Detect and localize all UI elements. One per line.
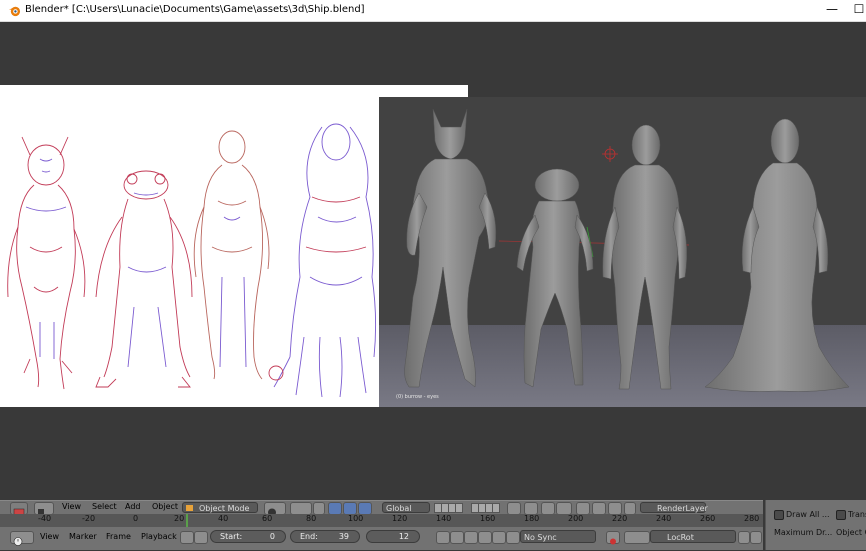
viewport-object-label: (0) burrow - eyes [396,394,439,400]
timeline-menu-frame[interactable]: Frame [106,532,131,541]
ruler-tick: 100 [348,514,364,523]
menu-object[interactable]: Object [152,502,178,511]
end-frame-field[interactable]: End: 39 [290,530,360,543]
trans-label: Trans [848,510,866,519]
play-reverse-button[interactable] [464,531,478,544]
auto-keying-button[interactable] [606,531,620,545]
mode-label: Object Mode [199,504,250,513]
start-frame-label: Start: [220,532,243,541]
jump-start-button[interactable] [436,531,450,544]
start-frame-field[interactable]: Start: 0 [210,530,286,543]
ruler-tick: 160 [480,514,496,523]
maximum-draw-label: Maximum Dr... [774,528,833,537]
draw-all-label: Draw All ... [786,510,830,519]
ruler-tick: 240 [656,514,672,523]
timeline-ruler[interactable]: -40 -20 0 20 40 60 80 100 120 140 160 18… [0,514,763,527]
orientation-label: Global [386,504,412,513]
sync-label: No Sync [524,533,557,542]
window-titlebar: Blender* [C:\Users\Lunacie\Documents\Gam… [0,0,866,22]
menu-add[interactable]: Add [125,502,141,511]
object-mode-icon [186,505,193,511]
3d-view-header: View Select Add Object Object Mode Globa… [0,500,763,517]
start-frame-value: 0 [269,532,275,541]
reference-sketch-image [0,97,379,407]
ruler-tick: 120 [392,514,408,523]
ruler-tick: 40 [218,514,229,523]
current-frame-field[interactable]: 12 [366,530,420,543]
ruler-tick: 200 [568,514,584,523]
timeline-menu-marker[interactable]: Marker [69,532,97,541]
model-render-view[interactable] [379,97,866,407]
timeline-editor-type-button[interactable] [10,531,34,546]
keying-set-dropdown[interactable]: LocRot [650,530,736,543]
reference-image-top-strip [0,85,468,97]
insert-keyframe-button[interactable] [738,531,750,544]
properties-side-panel: Draw All ... Trans Maximum Dr... Object … [765,500,866,550]
current-frame-value: 12 [398,532,409,541]
blender-logo-icon [8,6,21,17]
object-c-label: Object C [836,528,866,537]
trans-checkbox[interactable] [836,510,846,520]
timeline-header: View Marker Frame Playback Start: 0 End:… [0,527,763,550]
orientation-dropdown[interactable]: Global [382,502,430,513]
record-icon [610,538,616,545]
clock-icon [13,537,23,546]
ruler-tick: 60 [262,514,273,523]
keying-set-label: LocRot [667,533,694,542]
layer-9[interactable] [492,503,500,513]
timeline-menu-playback[interactable]: Playback [141,532,177,541]
menu-select[interactable]: Select [92,502,117,511]
sync-dropdown[interactable]: No Sync [520,530,596,543]
ruler-tick: 220 [612,514,628,523]
play-button[interactable] [478,531,492,544]
maximize-button[interactable]: ☐ [851,2,866,16]
layer-4[interactable] [455,503,463,513]
render-layer-label: RenderLayer [657,504,708,513]
delete-keyframe-button[interactable] [750,531,762,544]
ruler-tick: 180 [524,514,540,523]
next-keyframe-button[interactable] [492,531,506,544]
current-frame-marker[interactable] [186,514,188,527]
draw-all-checkbox[interactable] [774,510,784,520]
keying-mode-button[interactable] [624,531,650,544]
ruler-tick: 20 [174,514,185,523]
end-frame-value: 39 [338,532,349,541]
timeline-menu-view[interactable]: View [40,532,59,541]
render-layer-dropdown[interactable]: RenderLayer [640,502,708,513]
use-preview-range-button[interactable] [180,531,194,544]
end-frame-label: End: [300,532,318,541]
ruler-tick: 260 [700,514,716,523]
ruler-tick: -40 [38,514,52,523]
ruler-tick: 80 [306,514,317,523]
ruler-tick: -20 [82,514,96,523]
minimize-button[interactable]: — [824,2,840,16]
ruler-tick: 140 [436,514,452,523]
menu-view[interactable]: View [62,502,81,511]
jump-end-button[interactable] [506,531,520,544]
ruler-tick: 280 [744,514,760,523]
ruler-tick: 0 [133,514,139,523]
prev-keyframe-button[interactable] [450,531,464,544]
window-title: Blender* [C:\Users\Lunacie\Documents\Gam… [25,4,365,15]
lock-time-button[interactable] [194,531,208,544]
